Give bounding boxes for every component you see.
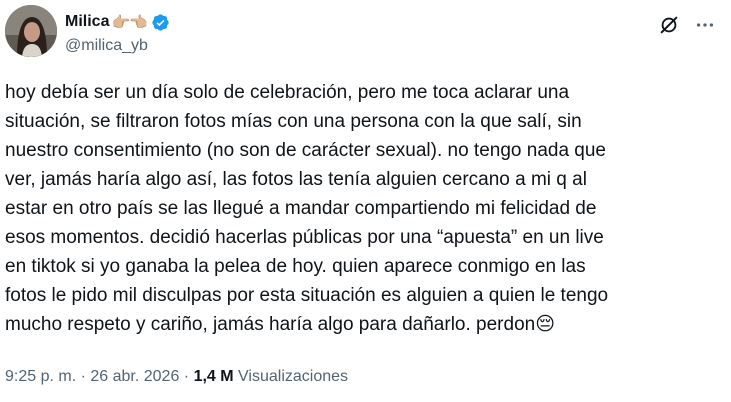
tweet-time[interactable]: 9:25 p. m. [5, 368, 76, 386]
views-count: 1,4 M [193, 368, 234, 385]
avatar-photo-icon [5, 5, 57, 57]
author-block: Milica 👉🏼👈🏼 @milica_yb [65, 11, 170, 55]
name-emoji: 👉🏼👈🏼 [111, 14, 147, 31]
views-label: Visualizaciones [238, 368, 349, 385]
display-name[interactable]: Milica [65, 13, 109, 31]
meta-separator: · [179, 368, 194, 385]
meta-separator: · [76, 368, 91, 385]
handle[interactable]: @milica_yb [65, 37, 170, 55]
verified-badge-icon[interactable] [151, 13, 170, 32]
avatar[interactable] [5, 5, 57, 57]
grok-icon[interactable] [658, 14, 680, 36]
more-icon[interactable] [694, 14, 716, 36]
name-row: Milica 👉🏼👈🏼 [65, 11, 170, 33]
tweet-text: hoy debía ser un día solo de celebración… [5, 82, 609, 335]
tweet-meta: 9:25 p. m. · 26 abr. 2026 · 1,4 M Visual… [5, 368, 348, 386]
tweet-date[interactable]: 26 abr. 2026 [90, 368, 179, 386]
tweet-header: Milica 👉🏼👈🏼 @milica_yb [5, 5, 726, 63]
